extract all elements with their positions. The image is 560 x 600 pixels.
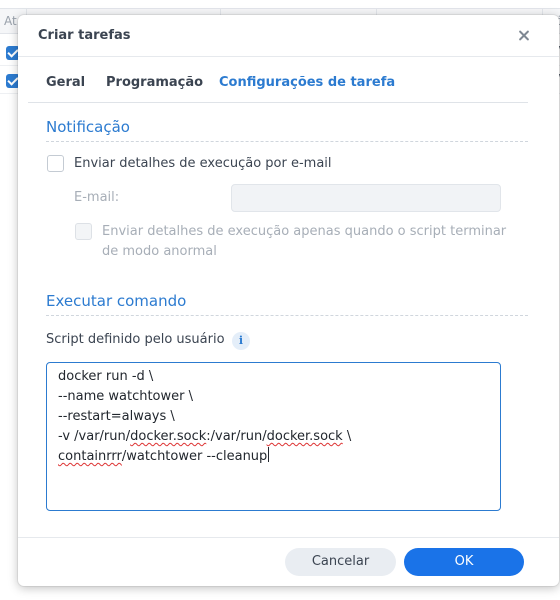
info-icon[interactable]: i: [232, 332, 250, 350]
text-caret: [268, 447, 270, 462]
script-line: --restart=always \: [58, 409, 175, 424]
script-line: docker run -d \: [58, 369, 154, 384]
send-details-checkbox[interactable]: [47, 155, 64, 172]
dialog-title: Criar tarefas: [38, 28, 131, 43]
tab-schedule[interactable]: Programação: [106, 75, 203, 90]
divider: [18, 56, 559, 57]
section-divider: [46, 141, 528, 142]
script-line-text: -v /var/run/docker.sock:/var/run/docker.…: [58, 429, 352, 444]
user-script-label: Script definido pelo usuário: [46, 332, 225, 347]
notification-section-title: Notificação: [46, 118, 130, 136]
spellcheck-flagged-word: docker.sock: [130, 429, 207, 444]
spellcheck-flagged-word: containrrr: [58, 449, 122, 464]
tab-general[interactable]: Geral: [46, 75, 85, 90]
abnormal-only-label: Enviar detalhes de execução apenas quand…: [102, 224, 507, 239]
run-command-section-title: Executar comando: [46, 292, 187, 310]
abnormal-only-label-continuation: de modo anormal: [102, 244, 217, 259]
abnormal-only-checkbox[interactable]: [75, 223, 92, 240]
tab-bar: Geral Programação Configurações de taref…: [28, 73, 528, 103]
background-column-header: At: [4, 14, 17, 28]
email-label: E-mail:: [74, 190, 120, 205]
script-line: --name watchtower \: [58, 389, 194, 404]
ok-button[interactable]: OK: [404, 548, 524, 576]
script-line-image: containrrr/watchtower --cleanup: [58, 447, 489, 467]
user-script-textarea[interactable]: docker run -d \ --name watchtower \ --re…: [46, 362, 501, 511]
script-line-volume: -v /var/run/docker.sock:/var/run/docker.…: [58, 427, 489, 447]
send-details-label: Enviar detalhes de execução por e-mail: [74, 156, 332, 171]
script-line-text: containrrr/watchtower --cleanup: [58, 449, 268, 464]
spellcheck-flagged-word: docker.sock: [266, 429, 343, 444]
divider: [18, 537, 559, 538]
section-divider: [46, 315, 528, 316]
cancel-button[interactable]: Cancelar: [285, 548, 396, 576]
tab-task-settings[interactable]: Configurações de tarefa: [219, 75, 395, 90]
create-task-dialog: Criar tarefas Geral Programação Configur…: [18, 15, 559, 586]
close-icon[interactable]: [515, 27, 533, 45]
email-field[interactable]: [231, 184, 501, 212]
